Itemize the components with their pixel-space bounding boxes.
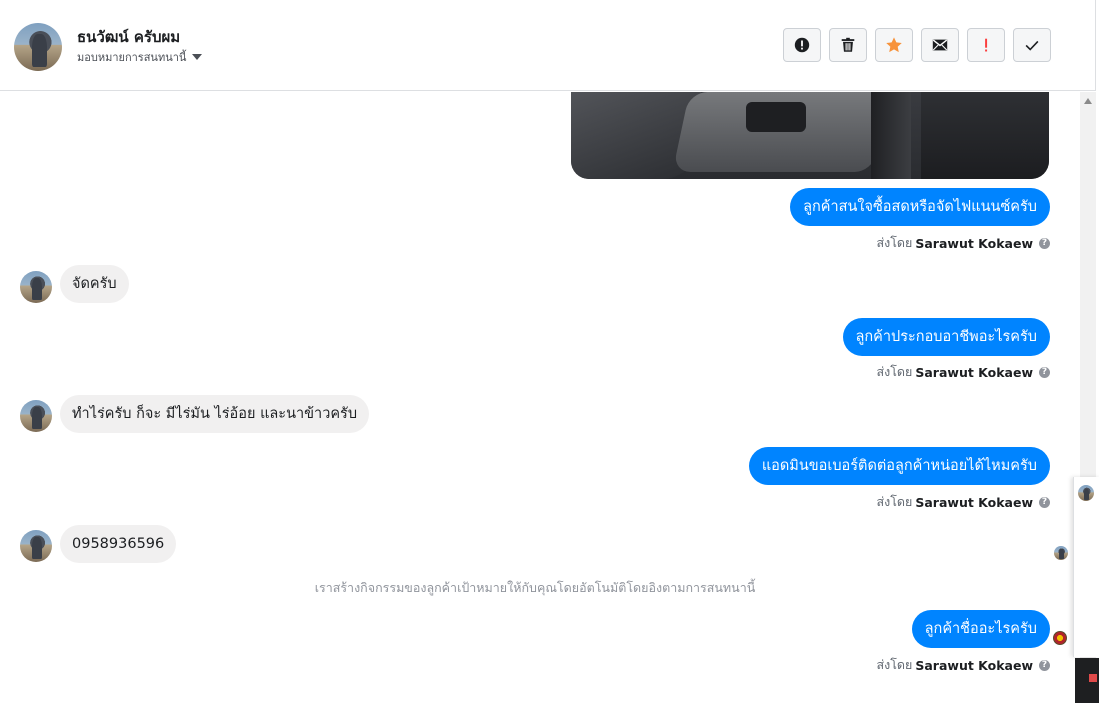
- outgoing-message[interactable]: ลูกค้าประกอบอาชีพอะไรครับ: [842, 318, 1050, 356]
- side-panel-avatar[interactable]: [1078, 485, 1094, 501]
- star-button[interactable]: [875, 28, 913, 62]
- side-panel-edge[interactable]: [1073, 477, 1099, 657]
- delete-button[interactable]: [829, 28, 867, 62]
- chevron-down-icon: [192, 54, 203, 60]
- outgoing-message[interactable]: แอดมินขอเบอร์ติดต่อลูกค้าหน่อยได้ไหมครับ: [748, 447, 1050, 485]
- mark-unread-button[interactable]: [921, 28, 959, 62]
- assign-label: มอบหมายการสนทนานี้: [77, 51, 187, 64]
- star-icon: [886, 37, 902, 53]
- app-icon[interactable]: [1089, 674, 1097, 682]
- scroll-up-arrow-icon[interactable]: [1084, 98, 1092, 104]
- car-interior-photo[interactable]: [571, 92, 1049, 179]
- delivery-status-icon: [1053, 631, 1067, 645]
- outgoing-message[interactable]: ลูกค้าสนใจซื้อสดหรือจัดไฟแนนซ์ครับ: [790, 188, 1050, 226]
- question-icon[interactable]: ?: [1039, 237, 1050, 249]
- outgoing-message[interactable]: ลูกค้าชื่ออะไรครับ: [911, 610, 1050, 648]
- sent-by-label: ส่งโดย Sarawut Kokaew ?: [876, 655, 1050, 675]
- question-icon[interactable]: ?: [1039, 496, 1050, 508]
- contact-avatar-small[interactable]: [20, 400, 52, 432]
- incoming-message[interactable]: ทำไร่ครับ ก็จะ มีไร่มัน ไร่อ้อย และนาข้า…: [60, 395, 370, 433]
- follow-up-button[interactable]: [967, 28, 1005, 62]
- contact-avatar[interactable]: [14, 23, 62, 71]
- conversation-actions: [783, 28, 1051, 62]
- question-icon[interactable]: ?: [1039, 659, 1050, 671]
- exclamation-icon: [985, 38, 988, 52]
- system-notice: เราสร้างกิจกรรมของลูกค้าเป้าหมายให้กับคุ…: [314, 580, 756, 595]
- spam-button[interactable]: [783, 28, 821, 62]
- sent-by-label: ส่งโดย Sarawut Kokaew ?: [876, 492, 1050, 512]
- contact-avatar-small[interactable]: [20, 530, 52, 562]
- incoming-message[interactable]: 0958936596: [60, 525, 177, 563]
- alert-circle-icon: [794, 37, 810, 53]
- check-icon: [1025, 40, 1039, 51]
- assign-conversation-dropdown[interactable]: มอบหมายการสนทนานี้: [77, 48, 203, 66]
- taskbar-edge: [1075, 658, 1099, 703]
- contact-name[interactable]: ธนวัฒน์ ครับผม: [77, 25, 180, 49]
- message-thread[interactable]: ลูกค้าสนใจซื้อสดหรือจัดไฟแนนซ์ครับ ส่งโด…: [0, 92, 1080, 703]
- question-icon[interactable]: ?: [1039, 366, 1050, 378]
- conversation-header: ธนวัฒน์ ครับผม มอบหมายการสนทนานี้: [0, 0, 1096, 91]
- done-button[interactable]: [1013, 28, 1051, 62]
- incoming-message[interactable]: จัดครับ: [60, 265, 129, 303]
- trash-icon: [841, 37, 855, 52]
- contact-avatar-small[interactable]: [20, 271, 52, 303]
- envelope-icon: [932, 39, 948, 51]
- sent-by-label: ส่งโดย Sarawut Kokaew ?: [876, 233, 1050, 253]
- sent-by-label: ส่งโดย Sarawut Kokaew ?: [876, 362, 1050, 382]
- seen-avatar: [1054, 546, 1068, 560]
